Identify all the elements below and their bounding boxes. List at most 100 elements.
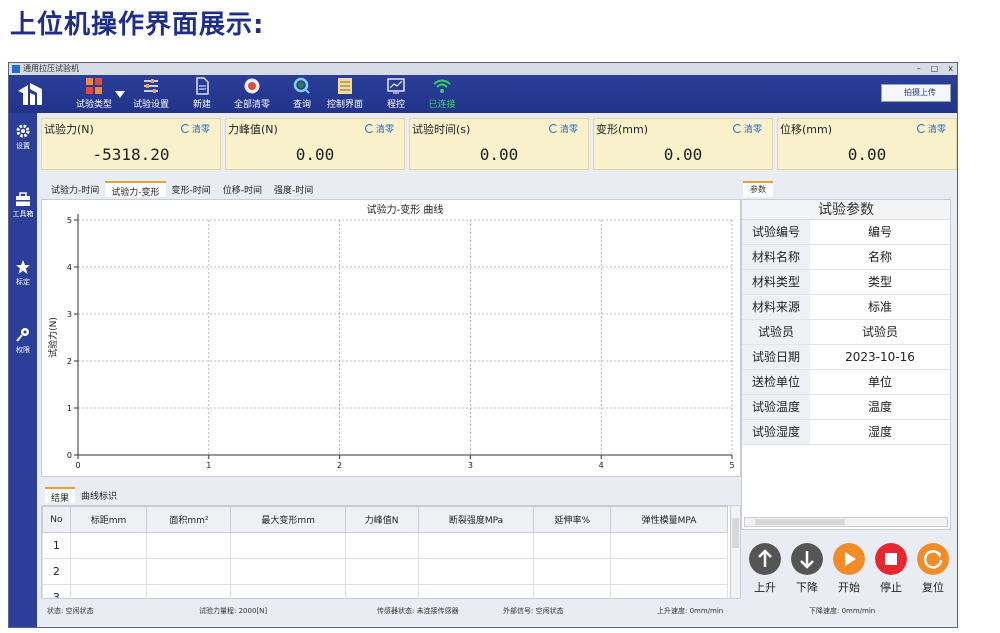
param-row: 试验编号 编号 xyxy=(742,220,950,245)
y-axis-label: 试验力(N) xyxy=(47,317,59,358)
y-tick-label: 0 xyxy=(67,451,72,460)
table-cell xyxy=(610,532,728,559)
table-cell xyxy=(230,558,346,585)
table-cell xyxy=(230,584,346,598)
param-value[interactable]: 试验员 xyxy=(810,320,950,344)
param-key: 试验编号 xyxy=(742,220,810,244)
readout-deformation: 变形(mm) 清零 0.00 xyxy=(593,118,773,170)
x-tick-label: 1 xyxy=(206,461,211,470)
table-cell xyxy=(417,532,535,559)
scroll-thumb[interactable] xyxy=(732,518,739,548)
params-scrollbar[interactable] xyxy=(744,517,948,527)
table-row[interactable]: 1 xyxy=(42,532,728,559)
arrow-up-icon xyxy=(749,543,781,575)
toolbar-query[interactable]: 查询 xyxy=(289,77,315,113)
control-panel-icon xyxy=(338,78,352,94)
page-heading: 上位机操作界面展示: xyxy=(10,10,265,40)
column-header[interactable]: 弹性模量MPA xyxy=(610,506,728,533)
table-cell xyxy=(533,532,612,559)
scroll-thumb[interactable] xyxy=(755,519,845,525)
toolbar-test-settings[interactable]: 试验设置 xyxy=(131,77,171,113)
force-reset-button[interactable]: 清零 xyxy=(180,122,210,135)
column-header[interactable]: 最大变形mm xyxy=(230,506,346,533)
down-button[interactable]: 下降 xyxy=(788,543,826,595)
param-key: 材料名称 xyxy=(742,245,810,269)
column-header[interactable]: 标距mm xyxy=(69,506,148,533)
param-key: 试验日期 xyxy=(742,345,810,369)
table-cell xyxy=(344,584,419,598)
y-tick-label: 2 xyxy=(67,357,72,366)
brand-logo-icon xyxy=(18,83,42,105)
tab-curve-labels[interactable]: 曲线标识 xyxy=(75,487,123,503)
status-state: 状态: 空闲状态 xyxy=(47,607,94,615)
column-header[interactable]: 断裂强度MPa xyxy=(417,506,535,533)
toolbar-clear-all[interactable]: 全部清零 xyxy=(231,77,273,113)
param-row: 材料类型 类型 xyxy=(742,270,950,295)
param-value[interactable]: 名称 xyxy=(810,245,950,269)
reset-button[interactable]: 复位 xyxy=(914,543,952,595)
tab-displacement-time[interactable]: 位移-时间 xyxy=(217,181,268,197)
param-key: 试验员 xyxy=(742,320,810,344)
displacement-reset-button[interactable]: 清零 xyxy=(916,122,946,135)
param-value[interactable]: 2023-10-16 xyxy=(810,345,950,369)
time-reset-button[interactable]: 清零 xyxy=(548,122,578,135)
toolbar-program-control[interactable]: 程控 xyxy=(383,77,409,113)
sidebar-item-settings[interactable]: 设置 xyxy=(9,123,37,151)
y-tick-label: 3 xyxy=(67,310,72,319)
maximize-button[interactable]: □ xyxy=(931,63,939,75)
y-tick-label: 1 xyxy=(67,404,72,413)
param-row: 材料来源 标准 xyxy=(742,295,950,320)
params-title: 试验参数 xyxy=(742,200,950,220)
up-button[interactable]: 上升 xyxy=(746,543,784,595)
column-header[interactable]: 面积mm² xyxy=(146,506,232,533)
close-button[interactable]: x xyxy=(948,63,953,75)
stop-icon xyxy=(875,543,907,575)
result-scrollbar[interactable] xyxy=(730,506,740,598)
table-cell xyxy=(69,532,148,559)
sidebar-item-toolbox[interactable]: 工具箱 xyxy=(9,191,37,219)
column-header[interactable]: 延伸率% xyxy=(533,506,612,533)
column-header[interactable]: 力峰值N xyxy=(344,506,419,533)
table-row[interactable]: 2 xyxy=(42,558,728,585)
readout-bar: 试验力(N) 清零 -5318.20 力峰值(N) 清零 0.00 试验时间(s… xyxy=(41,118,957,170)
param-value[interactable]: 标准 xyxy=(810,295,950,319)
upload-button[interactable]: 拍摄上传 xyxy=(881,84,951,102)
deformation-reset-button[interactable]: 清零 xyxy=(732,122,762,135)
stop-button[interactable]: 停止 xyxy=(872,543,910,595)
param-value[interactable]: 类型 xyxy=(810,270,950,294)
sidebar-item-permission[interactable]: 权限 xyxy=(9,327,37,355)
start-button[interactable]: 开始 xyxy=(830,543,868,595)
param-value[interactable]: 湿度 xyxy=(810,420,950,444)
column-header[interactable]: No xyxy=(42,506,71,533)
tab-results[interactable]: 结果 xyxy=(45,487,76,504)
status-range: 试验力量程: 2000[N] xyxy=(199,607,268,615)
refresh-icon xyxy=(916,124,926,133)
tab-params[interactable]: 参数 xyxy=(743,181,773,197)
table-cell xyxy=(69,558,148,585)
param-row: 试验员 试验员 xyxy=(742,320,950,345)
toolbar-control-panel[interactable]: 控制界面 xyxy=(325,77,365,113)
toolbar-test-type[interactable]: 试验类型 xyxy=(71,77,117,113)
tab-force-deformation[interactable]: 试验力-变形 xyxy=(105,181,166,198)
sliders-icon xyxy=(144,79,158,93)
sidebar-item-calibration[interactable]: 标定 xyxy=(9,259,37,287)
app-icon xyxy=(12,65,20,73)
param-row: 试验日期 2023-10-16 xyxy=(742,345,950,370)
param-key: 试验湿度 xyxy=(742,420,810,444)
x-tick-label: 4 xyxy=(599,461,604,470)
tab-force-time[interactable]: 试验力-时间 xyxy=(45,181,105,197)
result-tabs: 结果 曲线标识 xyxy=(45,487,123,504)
app-window: 通用拉压试验机 – □ x 试验类型 试验设置 新建 全部清零 查询 控制界面 … xyxy=(8,62,958,628)
table-row[interactable]: 3 xyxy=(42,584,728,598)
param-value[interactable]: 温度 xyxy=(810,395,950,419)
minimize-button[interactable]: – xyxy=(917,63,921,75)
result-panel: No 标距mm 面积mm² 最大变形mm 力峰值N 断裂强度MPa 延伸率% 弹性模量MPA … xyxy=(41,505,741,599)
status-down-speed: 下降速度: 0mm/min xyxy=(809,607,876,615)
tab-strength-time[interactable]: 强度-时间 xyxy=(268,181,319,197)
param-value[interactable]: 单位 xyxy=(810,370,950,394)
param-value[interactable]: 编号 xyxy=(810,220,950,244)
peak-reset-button[interactable]: 清零 xyxy=(364,122,394,135)
tab-deformation-time[interactable]: 变形-时间 xyxy=(166,181,217,197)
toolbar-new[interactable]: 新建 xyxy=(187,77,217,113)
chevron-down-icon[interactable] xyxy=(115,91,125,99)
